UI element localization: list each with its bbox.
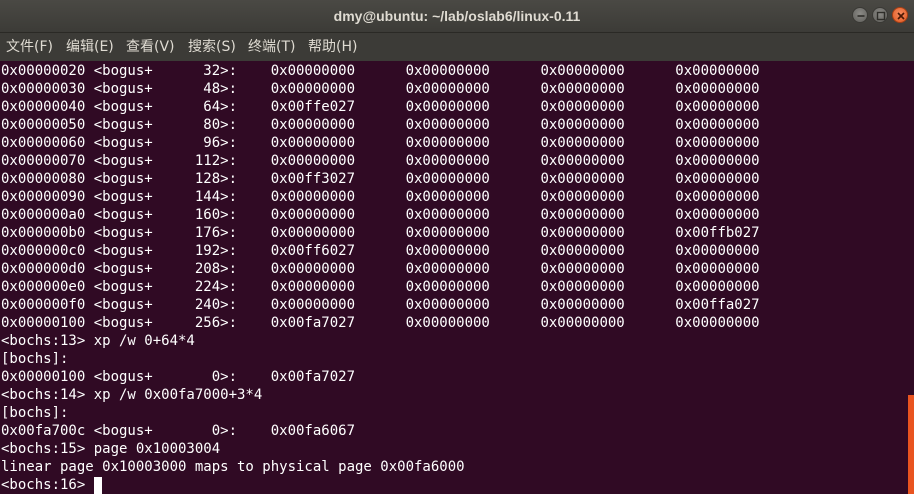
close-icon [897,12,905,20]
terminal-line: 0x000000f0 <bogus+ 240>: 0x00000000 0x00… [1,297,760,313]
text-cursor [93,477,102,494]
menu-view[interactable]: 查看(V) [126,33,175,61]
minimize-icon [857,15,865,17]
terminal-line: 0x000000c0 <bogus+ 192>: 0x00ff6027 0x00… [1,243,760,259]
terminal-prompt-line[interactable]: <bochs:16> [1,476,908,494]
terminal-line: [bochs]: [1,351,69,367]
terminal-line: 0x00000100 <bogus+ 0>: 0x00fa7027 [1,369,356,385]
scrollbar[interactable] [908,61,914,494]
menu-edit[interactable]: 编辑(E) [66,33,114,61]
terminal-line: 0x00000090 <bogus+ 144>: 0x00000000 0x00… [1,189,760,205]
menu-search[interactable]: 搜索(S) [188,33,236,61]
terminal-line: 0x00fa700c <bogus+ 0>: 0x00fa6067 [1,423,356,439]
window-title: dmy@ubuntu: ~/lab/oslab6/linux-0.11 [333,8,581,24]
maximize-icon [876,11,886,21]
terminal-line: 0x00000040 <bogus+ 64>: 0x00ffe027 0x000… [1,99,760,115]
terminal-line: 0x000000d0 <bogus+ 208>: 0x00000000 0x00… [1,261,760,277]
terminal-line: 0x000000b0 <bogus+ 176>: 0x00000000 0x00… [1,225,760,241]
terminal-line: linear page 0x10003000 maps to physical … [1,459,465,475]
terminal-line: 0x00000020 <bogus+ 32>: 0x00000000 0x000… [1,63,760,79]
terminal-line: 0x000000a0 <bogus+ 160>: 0x00000000 0x00… [1,207,760,223]
scrollbar-thumb[interactable] [908,395,914,494]
menu-bar: 文件(F) 编辑(E) 查看(V) 搜索(S) 终端(T) 帮助(H) [0,33,914,61]
terminal-line: <bochs:15> page 0x10003004 [1,441,221,457]
title-bar[interactable]: dmy@ubuntu: ~/lab/oslab6/linux-0.11 [0,0,914,33]
terminal-line: 0x00000100 <bogus+ 256>: 0x00fa7027 0x00… [1,315,760,331]
menu-terminal[interactable]: 终端(T) [248,33,295,61]
terminal-line: [bochs]: [1,405,69,421]
terminal-text: 0x00000020 <bogus+ 32>: 0x00000000 0x000… [0,61,908,494]
terminal-line: 0x00000080 <bogus+ 128>: 0x00ff3027 0x00… [1,171,760,187]
terminal-line: 0x000000e0 <bogus+ 224>: 0x00000000 0x00… [1,279,760,295]
close-button[interactable] [892,7,908,23]
maximize-button[interactable] [872,7,888,23]
terminal-line: 0x00000050 <bogus+ 80>: 0x00000000 0x000… [1,117,760,133]
terminal-line: <bochs:14> xp /w 0x00fa7000+3*4 [1,387,263,403]
terminal-prompt: <bochs:16> [1,477,94,493]
terminal-line: <bochs:13> xp /w 0+64*4 [1,333,195,349]
menu-file[interactable]: 文件(F) [6,33,53,61]
menu-help[interactable]: 帮助(H) [308,33,357,61]
terminal-output[interactable]: 0x00000020 <bogus+ 32>: 0x00000000 0x000… [0,61,908,494]
terminal-line: 0x00000070 <bogus+ 112>: 0x00000000 0x00… [1,153,760,169]
terminal-line: 0x00000030 <bogus+ 48>: 0x00000000 0x000… [1,81,760,97]
terminal-window: dmy@ubuntu: ~/lab/oslab6/linux-0.11 文件(F… [0,0,914,494]
terminal-line: 0x00000060 <bogus+ 96>: 0x00000000 0x000… [1,135,760,151]
minimize-button[interactable] [852,7,868,23]
